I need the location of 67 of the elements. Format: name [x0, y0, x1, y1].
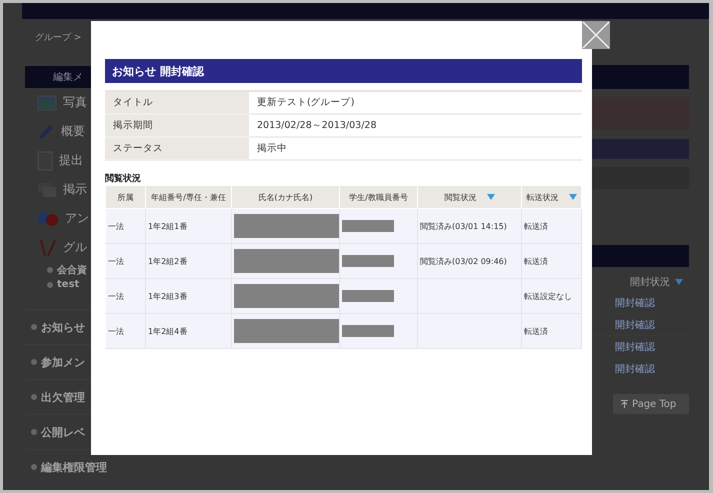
sidebar-link[interactable]: 公開レベ [41, 424, 85, 440]
sidebar-item[interactable]: 概要 [61, 123, 85, 140]
column-header: 年組番号/専任・兼任 [146, 186, 232, 208]
info-label: ステータス [105, 137, 249, 160]
sidebar-link[interactable]: 出欠管理 [41, 390, 85, 404]
info-label: 掲示期間 [105, 114, 249, 137]
open-confirm-link[interactable]: 開封確認 [615, 362, 655, 376]
column-header: 所属 [106, 186, 146, 208]
sidebar-item[interactable]: 提出 [59, 152, 83, 169]
bullet-icon [31, 359, 37, 365]
tools-icon [37, 238, 57, 258]
bullet-icon [47, 282, 53, 288]
redacted-block [342, 290, 394, 302]
table-cell: 1年2組2番 [146, 244, 232, 278]
bullet-icon [31, 324, 37, 330]
section-title: 閲覧状況 [105, 172, 142, 185]
sidebar-subitem[interactable]: test [57, 279, 80, 290]
bullet-icon [47, 266, 53, 272]
sort-icon[interactable] [568, 194, 576, 200]
column-header: 氏名(カナ氏名) [232, 186, 340, 208]
modal-title: お知らせ 開封確認 [105, 59, 582, 83]
sidebar-item[interactable]: 掲示 [63, 181, 87, 198]
redacted-block [342, 255, 394, 267]
info-value: 掲示中 [249, 137, 582, 160]
speech-bubbles-icon [37, 210, 59, 228]
table-cell: 一法 [106, 208, 146, 244]
table-cell: 一法 [106, 278, 146, 314]
info-value: 2013/02/28～2013/03/28 [249, 114, 582, 137]
table-cell: 転送済 [522, 314, 582, 348]
column-header: 学生/教職員番号 [340, 186, 418, 208]
info-value: 更新テスト(グループ) [249, 91, 582, 114]
bullet-icon [31, 394, 37, 400]
redacted-block [342, 220, 394, 232]
table-cell: 転送設定なし [522, 278, 582, 314]
breadcrumb: グループ > [35, 31, 82, 44]
close-button[interactable] [582, 21, 610, 49]
table-cell: 1年2組4番 [146, 314, 232, 348]
photo-icon [37, 94, 57, 110]
table-cell: 転送済 [522, 208, 582, 244]
open-confirm-link[interactable]: 開封確認 [615, 318, 655, 332]
sidebar-link[interactable]: 参加メン [41, 354, 85, 370]
sidebar-item[interactable]: アン [65, 210, 89, 227]
table-cell: 1年2組1番 [146, 208, 232, 244]
column-header[interactable]: 閲覧状況 [418, 186, 522, 208]
redacted-block [342, 325, 394, 337]
page-top-button[interactable]: Page Top [613, 394, 689, 414]
table-cell: 一法 [106, 314, 146, 348]
table-cell: 1年2組3番 [146, 278, 232, 314]
sidebar-item[interactable]: グル [63, 239, 87, 256]
bullet-icon [31, 464, 37, 470]
bullet-icon [31, 429, 37, 435]
sidebar-link[interactable]: 編集権限管理 [41, 460, 107, 474]
sidebar-link[interactable]: お知らせ [41, 320, 85, 334]
open-confirm-link[interactable]: 開封確認 [615, 296, 655, 310]
sort-icon[interactable] [486, 194, 494, 200]
info-label: タイトル [105, 91, 249, 114]
table-cell: 閲覧済み(03/01 14:15) [418, 208, 522, 244]
arrow-up-icon [621, 400, 628, 408]
sidebar-item[interactable]: 写真 [63, 94, 87, 111]
column-header: 開封状況 [630, 276, 670, 289]
table-cell: 一法 [106, 244, 146, 278]
sort-icon[interactable] [675, 279, 683, 285]
table-cell: 転送済 [522, 244, 582, 278]
column-header[interactable]: 転送状況 [522, 186, 582, 208]
table-cell: 閲覧済み(03/02 09:46) [418, 244, 522, 278]
sidebar-subitem[interactable]: 会合資 [57, 262, 87, 276]
open-confirm-link[interactable]: 開封確認 [615, 340, 655, 354]
